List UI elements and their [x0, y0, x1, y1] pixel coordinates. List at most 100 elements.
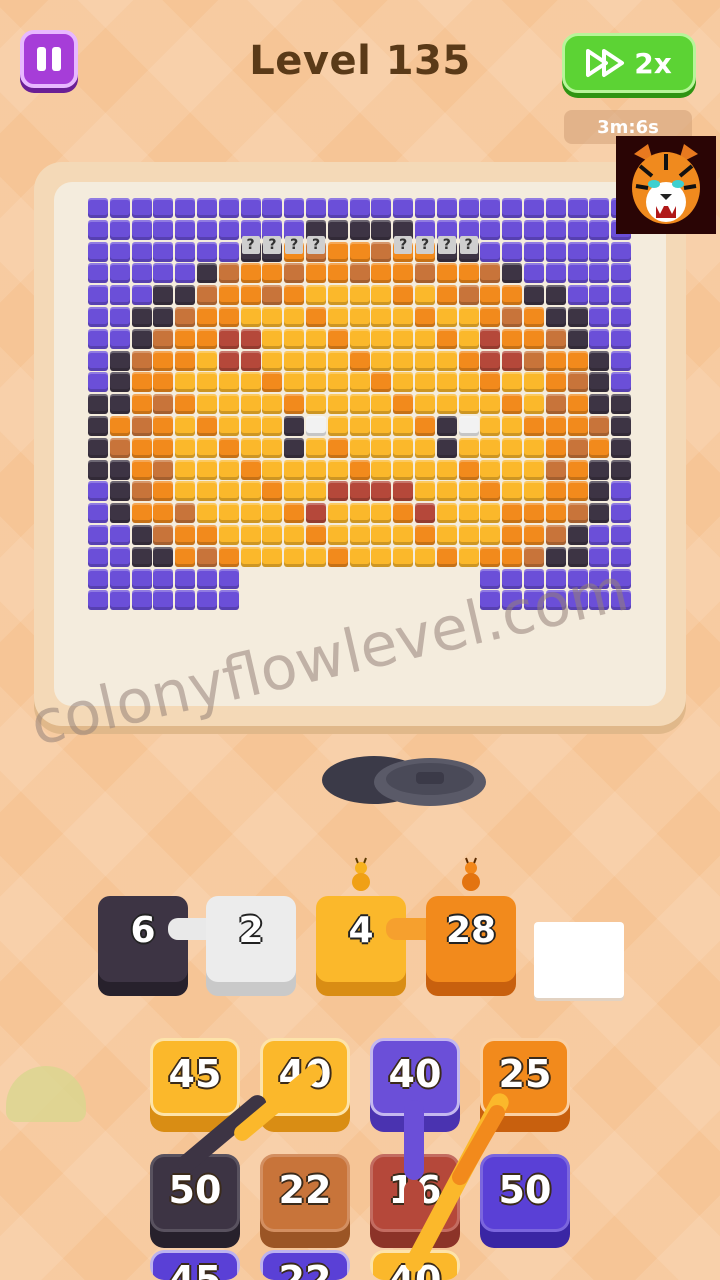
- pixel-cell: [415, 372, 435, 393]
- pixel-cell: [218, 328, 239, 349]
- queue-slot-orange[interactable]: 28: [426, 896, 516, 996]
- pixel-cell: [218, 394, 239, 415]
- tile-brown-22[interactable]: 22: [260, 1154, 350, 1248]
- tile-count: 45: [168, 1052, 222, 1096]
- pixel-cell: [109, 285, 130, 306]
- pixel-cell: [589, 307, 610, 327]
- pixel-cell: [197, 241, 217, 262]
- queue-slot-yellow[interactable]: 4: [316, 896, 406, 996]
- pixel-cell: [371, 481, 392, 502]
- pixel-cell: [197, 481, 217, 502]
- pixel-cell: [349, 459, 370, 480]
- queue-slot-white[interactable]: 2: [206, 896, 296, 996]
- pixel-cell: [393, 394, 414, 415]
- queue-slot-empty[interactable]: [534, 922, 624, 998]
- pixel-cell: [327, 546, 348, 567]
- pixel-cell: [327, 394, 348, 415]
- pixel-cell: [88, 219, 108, 240]
- pixel-cell: [197, 350, 217, 371]
- pixel-cell: [502, 503, 523, 524]
- pixel-cell: [349, 481, 370, 502]
- pixel-cell: [88, 350, 108, 371]
- pixel-cell: [131, 546, 152, 567]
- pixel-cell: [327, 503, 348, 524]
- pixel-cell: [88, 263, 108, 284]
- speed-button[interactable]: 2x: [562, 33, 696, 93]
- pixel-cell: [262, 350, 283, 371]
- pixel-cell: [109, 198, 130, 218]
- pixel-cell: [415, 285, 435, 306]
- pixel-cell: [327, 481, 348, 502]
- pixel-cell: [349, 503, 370, 524]
- queue-slot-dark[interactable]: 6: [98, 896, 188, 996]
- pixel-cell: [218, 198, 239, 218]
- pixel-cell: [262, 546, 283, 567]
- pixel-cell: [175, 372, 196, 393]
- pixel-cell: [109, 394, 130, 415]
- pixel-cell: [371, 372, 392, 393]
- pixel-cell: [240, 328, 261, 349]
- pixel-cell: [611, 328, 632, 349]
- pixel-cell: [371, 241, 392, 262]
- pixel-cell: [567, 307, 588, 327]
- pixel-cell: [393, 503, 414, 524]
- tile-purple-50[interactable]: 50: [480, 1154, 570, 1248]
- pixel-cell: [545, 328, 566, 349]
- pixel-cell: [480, 503, 501, 524]
- pixel-cell: [415, 416, 435, 436]
- pixel-cell: [153, 481, 174, 502]
- pixel-cell: [480, 394, 501, 415]
- pixel-cell: [197, 219, 217, 240]
- pixel-cell: [262, 481, 283, 502]
- fast-forward-icon: [586, 49, 625, 77]
- pixel-cell: [197, 263, 217, 284]
- pixel-cell: [502, 437, 523, 458]
- pixel-cell: [393, 350, 414, 371]
- pixel-cell: [415, 481, 435, 502]
- pixel-cell: [589, 416, 610, 436]
- pixel-cell: [349, 263, 370, 284]
- pixel-cell: [611, 241, 632, 262]
- pixel-cell: [436, 437, 457, 458]
- pixel-cell: [109, 459, 130, 480]
- pixel-cell: [131, 285, 152, 306]
- pixel-cell: [436, 198, 457, 218]
- tile-count: 22: [278, 1258, 332, 1280]
- pixel-cell: [306, 307, 326, 327]
- tile-purple-22[interactable]: 22: [260, 1250, 350, 1280]
- pixel-cell: [589, 328, 610, 349]
- pixel-cell: [284, 307, 305, 327]
- pixel-cell: [327, 263, 348, 284]
- pixel-cell: [480, 525, 501, 545]
- pixel-cell: [589, 503, 610, 524]
- pixel-cell: [131, 263, 152, 284]
- pixel-cell: [284, 198, 305, 218]
- pixel-cell: [371, 219, 392, 240]
- pixel-cell: [88, 546, 108, 567]
- pixel-cell: [306, 350, 326, 371]
- pixel-cell: [458, 437, 479, 458]
- pixel-cell: [545, 241, 566, 262]
- pixel-cell: [175, 437, 196, 458]
- pixel-cell: [88, 241, 108, 262]
- pixel-cell: [436, 307, 457, 327]
- pixel-cell: [109, 372, 130, 393]
- pixel-cell: [153, 590, 174, 611]
- pixel-cell: [371, 546, 392, 567]
- pixel-cell: [502, 285, 523, 306]
- pixel-cell: [88, 285, 108, 306]
- pixel-cell: [589, 481, 610, 502]
- pixel-cell: [218, 503, 239, 524]
- pixel-cell: [589, 285, 610, 306]
- pixel-cell: [349, 394, 370, 415]
- pixel-cell: [436, 350, 457, 371]
- pixel-cell: [611, 372, 632, 393]
- ant-hole: [322, 756, 486, 806]
- pixel-cell: [502, 525, 523, 545]
- pixel-cell: [393, 372, 414, 393]
- pixel-cell: [349, 437, 370, 458]
- tile-purple-45[interactable]: 45: [150, 1250, 240, 1280]
- pixel-cell: [284, 372, 305, 393]
- pixel-cell: [284, 328, 305, 349]
- pixel-cell: [589, 350, 610, 371]
